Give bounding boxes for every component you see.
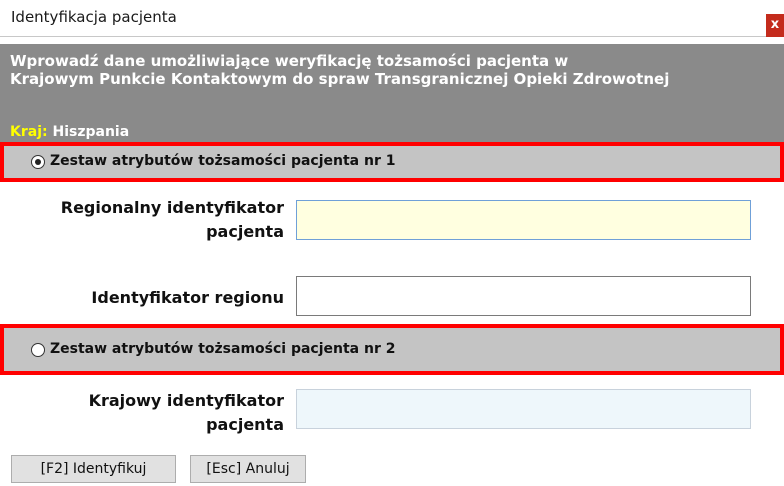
country-label: Kraj: [10,124,48,140]
info-header: Wprowadź dane umożliwiające weryfikację … [0,44,784,142]
section-2-header[interactable]: Zestaw atrybutów tożsamości pacjenta nr … [0,324,784,375]
region-id-input[interactable] [296,276,751,316]
close-button[interactable]: x [766,14,784,37]
section-1-label: Zestaw atrybutów tożsamości pacjenta nr … [50,153,396,169]
regional-id-input[interactable] [296,200,751,240]
country-value: Hiszpania [52,124,130,140]
section-1-header[interactable]: Zestaw atrybutów tożsamości pacjenta nr … [0,142,784,182]
national-id-label-line-2: pacjenta [206,415,284,434]
country-line: Kraj: Hiszpania [10,124,129,140]
regional-id-label-line-1: Regionalny identyfikator [60,198,284,217]
regional-id-label-line-2: pacjenta [206,222,284,241]
identify-button[interactable]: [F2] Identyfikuj [11,455,176,483]
window-title: Identyfikacja pacjenta [11,8,177,26]
title-bar: Identyfikacja pacjenta x [0,0,784,37]
section-1-radio[interactable] [31,155,45,169]
header-line-2: Krajowym Punkcie Kontaktowym do spraw Tr… [10,70,670,88]
section-2-label: Zestaw atrybutów tożsamości pacjenta nr … [50,341,396,357]
national-id-label-line-1: Krajowy identyfikator [88,391,284,410]
cancel-button[interactable]: [Esc] Anuluj [190,455,306,483]
header-line-1: Wprowadź dane umożliwiające weryfikację … [10,52,569,70]
region-id-label: Identyfikator regionu [91,288,284,307]
national-id-label: Krajowy identyfikator pacjenta [89,389,284,437]
regional-id-label: Regionalny identyfikator pacjenta [61,196,284,244]
national-id-input[interactable] [296,389,751,429]
section-2-radio[interactable] [31,343,45,357]
